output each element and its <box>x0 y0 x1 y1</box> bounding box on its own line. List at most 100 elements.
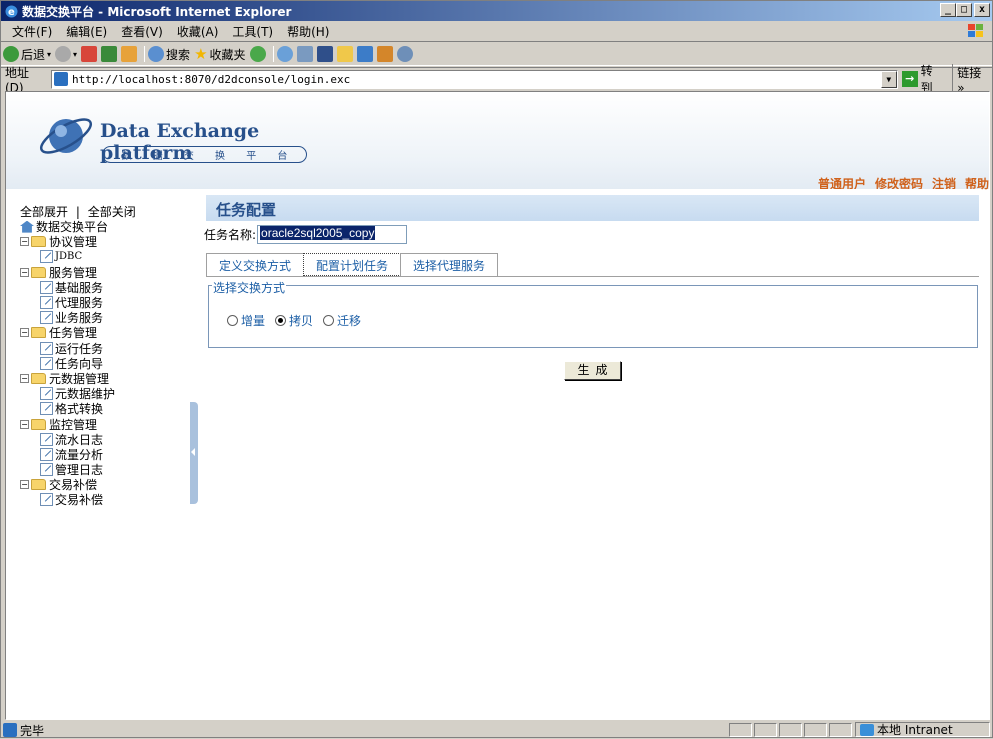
main-pane: 任务配置 任务名称: oracle2sql2005_copy 定义交换方式 配置… <box>202 189 979 719</box>
search-icon <box>148 46 165 62</box>
tree-group-task[interactable]: − 任务管理 <box>20 325 115 340</box>
intranet-icon <box>860 723 874 736</box>
tree-item-traffic-analysis[interactable]: 流量分析 <box>20 447 115 462</box>
folder-icon[interactable] <box>336 46 353 62</box>
pane-collapse-handle[interactable] <box>190 402 198 504</box>
mail-icon[interactable] <box>276 46 293 62</box>
toolbar-separator <box>272 46 274 62</box>
tree-root[interactable]: 数据交换平台 <box>20 219 115 234</box>
radio-button[interactable] <box>227 315 238 326</box>
search-label: 搜索 <box>166 47 191 62</box>
favorites-button[interactable]: ★ 收藏夹 <box>194 45 245 63</box>
document-icon <box>40 341 53 355</box>
favorites-label: 收藏夹 <box>209 47 246 62</box>
tree-item-format-convert[interactable]: 格式转换 <box>20 401 115 416</box>
refresh-icon[interactable] <box>101 46 118 62</box>
folder-icon <box>31 418 46 430</box>
status-cell <box>779 723 802 737</box>
tree-separator: | <box>75 205 80 219</box>
menu-file[interactable]: 文件(F) <box>5 23 59 40</box>
exchange-mode-radios: 增量 拷贝 迁移 <box>227 312 361 329</box>
menu-tools[interactable]: 工具(T) <box>225 23 280 40</box>
tab-bar: 定义交换方式 配置计划任务 选择代理服务 <box>206 253 499 276</box>
address-input[interactable]: http://localhost:8070/d2dconsole/login.e… <box>51 69 898 89</box>
radio-migrate[interactable]: 迁移 <box>323 312 361 329</box>
expand-all-link[interactable]: 全部展开 <box>20 205 68 219</box>
tree-item-admin-log[interactable]: 管理日志 <box>20 462 115 477</box>
status-cell <box>804 723 827 737</box>
menu-favorites[interactable]: 收藏(A) <box>170 23 226 40</box>
tree-item-compensation[interactable]: 交易补偿 <box>20 492 115 507</box>
messenger-icon[interactable] <box>376 46 393 62</box>
status-cell <box>729 723 752 737</box>
links-button[interactable]: 链接 » <box>952 63 992 95</box>
ie-icon: e <box>4 4 19 19</box>
folder-icon <box>31 266 46 278</box>
collapse-all-link[interactable]: 全部关闭 <box>88 205 136 219</box>
tree-item-task-wizard[interactable]: 任务向导 <box>20 356 115 371</box>
address-bar: 地址(D) http://localhost:8070/d2dconsole/l… <box>1 63 992 95</box>
chevron-down-icon: ▾ <box>73 49 78 59</box>
tree-item-jdbc[interactable]: JDBC <box>20 249 115 264</box>
menu-help[interactable]: 帮助(H) <box>280 23 336 40</box>
tree-group-protocol[interactable]: − 协议管理 <box>20 234 115 249</box>
collapse-icon[interactable]: − <box>20 480 29 490</box>
generate-button[interactable]: 生成 <box>564 361 621 380</box>
menu-edit[interactable]: 编辑(E) <box>59 23 114 40</box>
menu-bar: 文件(F) 编辑(E) 查看(V) 收藏(A) 工具(T) 帮助(H) <box>1 21 992 42</box>
maximize-button[interactable]: □ <box>956 3 972 17</box>
tab-select-proxy[interactable]: 选择代理服务 <box>400 253 499 276</box>
tree-item-proxy-service[interactable]: 代理服务 <box>20 295 115 310</box>
tab-schedule-task[interactable]: 配置计划任务 <box>303 253 402 276</box>
logo-sub-char: 数 <box>121 151 132 162</box>
forward-arrow-icon <box>55 46 72 62</box>
search-button[interactable]: 搜索 <box>148 46 190 63</box>
status-cells <box>727 723 852 737</box>
collapse-icon[interactable]: − <box>20 237 29 247</box>
forward-button[interactable]: ▾ <box>55 46 77 62</box>
tree-item-flow-log[interactable]: 流水日志 <box>20 432 115 447</box>
home-icon[interactable] <box>121 46 138 62</box>
collapse-icon[interactable]: − <box>20 267 29 277</box>
tree-group-service[interactable]: − 服务管理 <box>20 265 115 280</box>
radio-label: 拷贝 <box>289 314 314 328</box>
back-button[interactable]: 后退 ▾ <box>3 46 51 63</box>
page-title: 任务配置 <box>206 195 979 221</box>
menu-view[interactable]: 查看(V) <box>114 23 170 40</box>
radio-button[interactable] <box>323 315 335 326</box>
research-icon[interactable] <box>396 46 413 62</box>
tab-define-exchange[interactable]: 定义交换方式 <box>206 253 305 276</box>
document-icon <box>40 280 53 294</box>
discuss-icon[interactable] <box>356 46 373 62</box>
toolbar-separator <box>144 46 146 62</box>
history-icon[interactable] <box>249 46 266 62</box>
tree-item-run-task[interactable]: 运行任务 <box>20 341 115 356</box>
edit-icon[interactable] <box>316 46 333 62</box>
print-icon[interactable] <box>296 46 313 62</box>
radio-copy[interactable]: 拷贝 <box>275 312 313 329</box>
radio-button-checked[interactable] <box>275 315 287 326</box>
collapse-icon[interactable]: − <box>20 328 29 338</box>
tree-item-business-service[interactable]: 业务服务 <box>20 310 115 325</box>
back-label: 后退 <box>21 47 46 62</box>
radio-incremental[interactable]: 增量 <box>227 312 265 329</box>
collapse-icon[interactable]: − <box>20 373 29 383</box>
security-zone: 本地 Intranet <box>855 722 990 737</box>
globe-logo-icon <box>39 118 93 154</box>
tree-item-metadata-maintain[interactable]: 元数据维护 <box>20 386 115 401</box>
tree-item-basic-service[interactable]: 基础服务 <box>20 280 115 295</box>
tree-group-compensation[interactable]: − 交易补偿 <box>20 477 115 492</box>
stop-icon[interactable] <box>81 46 98 62</box>
folder-icon <box>31 327 46 339</box>
address-dropdown-icon[interactable]: ▼ <box>880 70 897 88</box>
minimize-button[interactable]: _ <box>940 3 956 17</box>
tree-group-monitor[interactable]: − 监控管理 <box>20 416 115 432</box>
windows-logo-icon <box>966 22 986 40</box>
logo-sub-char: 换 <box>215 151 226 162</box>
tree-group-label: 协议管理 <box>49 235 98 250</box>
tree-group-metadata[interactable]: − 元数据管理 <box>20 371 115 386</box>
task-name-input[interactable]: oracle2sql2005_copy <box>257 225 408 244</box>
close-button[interactable]: x <box>974 3 990 17</box>
collapse-icon[interactable]: − <box>20 419 29 429</box>
star-icon: ★ <box>194 45 208 63</box>
